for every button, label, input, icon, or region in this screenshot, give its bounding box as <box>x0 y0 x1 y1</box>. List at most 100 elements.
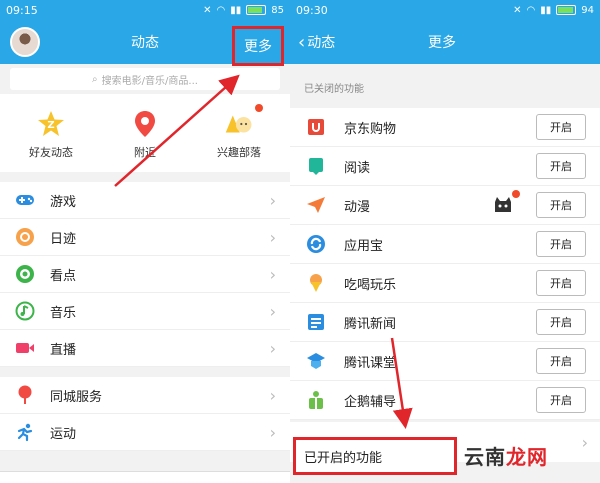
wifi-icon: ◠ <box>216 4 226 16</box>
video-icon <box>14 337 36 359</box>
menu-label: 直播 <box>50 342 77 358</box>
feature-row: 吃喝玩乐 开启 <box>290 264 600 303</box>
news-icon <box>306 312 326 332</box>
enable-button[interactable]: 开启 <box>536 153 586 179</box>
quick-nearby[interactable]: 附近 <box>131 110 159 160</box>
menu-group-1: 游戏 › 日迹 › 看点 › 音乐 › 直播 › <box>0 182 290 367</box>
menu-item-riji[interactable]: 日迹 › <box>0 219 290 256</box>
menu-item-live[interactable]: 直播 › <box>0 330 290 367</box>
menu-item-game[interactable]: 游戏 › <box>0 182 290 219</box>
chevron-right-icon: › <box>269 227 276 247</box>
header-bar: ‹ 动态 更多 <box>290 20 600 64</box>
star-badge-icon: Z <box>37 110 65 138</box>
feature-row: 腾讯新闻 开启 <box>290 303 600 342</box>
feature-label: 企鹅辅导 <box>344 394 397 410</box>
menu-group-2: 同城服务 › 运动 › <box>0 377 290 451</box>
pin-icon <box>14 384 36 406</box>
book-icon <box>306 156 326 176</box>
status-time: 09:15 <box>6 3 38 17</box>
menu-item-sport[interactable]: 运动 › <box>0 414 290 451</box>
chevron-right-icon: › <box>269 338 276 358</box>
enable-button[interactable]: 开启 <box>536 231 586 257</box>
signal-icon: ▮▮ <box>540 4 552 16</box>
chevron-right-icon: › <box>269 301 276 321</box>
watermark-part1: 云南 <box>464 445 506 469</box>
left-screen: 09:15 ✕ ◠ ▮▮ 85 动态 更多 ⌕ 搜索电影/音乐/商品... Z … <box>0 0 290 483</box>
watermark: 云南龙网 <box>464 441 548 470</box>
quick-friend-feed[interactable]: Z 好友动态 <box>29 110 73 160</box>
eye-icon <box>14 263 36 285</box>
quick-label: 兴趣部落 <box>217 146 261 159</box>
menu-item-music[interactable]: 音乐 › <box>0 293 290 330</box>
page-title: 更多 <box>428 35 456 51</box>
quick-label: 好友动态 <box>29 146 73 159</box>
gamepad-icon <box>14 189 36 211</box>
enable-button[interactable]: 开启 <box>536 309 586 335</box>
battery-icon <box>556 5 577 15</box>
enable-button[interactable]: 开启 <box>536 114 586 140</box>
section-header-closed: 已关闭的功能 <box>304 84 364 95</box>
tribe-icon <box>225 110 253 138</box>
camera-ring-icon <box>14 226 36 248</box>
bottom-tab-bar <box>0 471 290 483</box>
music-icon <box>14 300 36 322</box>
ice-cream-icon <box>306 273 326 293</box>
classroom-icon <box>306 351 326 371</box>
quick-label: 附近 <box>134 146 156 159</box>
wifi-icon: ◠ <box>526 4 536 16</box>
feature-label: 阅读 <box>344 160 371 176</box>
closed-feature-list: 京东购物 开启 阅读 开启 动漫 开启 应用宝 开启 吃喝玩乐 开启 腾讯新闻 … <box>290 108 600 420</box>
back-label: 动态 <box>307 35 336 51</box>
enabled-features-label[interactable]: 已开启的功能 <box>293 437 457 475</box>
menu-label: 运动 <box>50 426 77 442</box>
mute-icon: ✕ <box>513 4 522 16</box>
feature-row: 腾讯课堂 开启 <box>290 342 600 381</box>
feature-label: 京东购物 <box>344 121 397 137</box>
status-time: 09:30 <box>296 3 328 17</box>
feature-label: 吃喝玩乐 <box>344 277 397 293</box>
chevron-right-icon: › <box>269 385 276 405</box>
battery-level: 85 <box>271 4 284 16</box>
tutor-icon <box>306 390 326 410</box>
enable-button[interactable]: 开启 <box>536 387 586 413</box>
back-button[interactable]: ‹ 动态 <box>298 32 335 53</box>
notification-dot <box>512 190 520 198</box>
search-input[interactable]: ⌕ 搜索电影/音乐/商品... <box>10 68 280 90</box>
avatar[interactable] <box>10 27 40 57</box>
menu-item-kandian[interactable]: 看点 › <box>0 256 290 293</box>
menu-label: 日迹 <box>50 231 77 247</box>
signal-icon: ▮▮ <box>230 4 242 16</box>
watermark-part2: 龙网 <box>506 445 548 469</box>
app-store-icon <box>306 234 326 254</box>
cat-mascot-icon <box>492 190 520 214</box>
feature-label: 动漫 <box>344 199 371 215</box>
chevron-right-icon: › <box>269 190 276 210</box>
feature-row: 企鹅辅导 开启 <box>290 381 600 420</box>
enable-button[interactable]: 开启 <box>536 348 586 374</box>
feature-label: 应用宝 <box>344 238 384 254</box>
chevron-right-icon: › <box>269 264 276 284</box>
status-bar: 09:15 ✕ ◠ ▮▮ 85 <box>0 0 290 20</box>
jd-icon <box>306 117 326 137</box>
battery-level: 94 <box>581 4 594 16</box>
feature-label: 腾讯课堂 <box>344 355 397 371</box>
battery-icon <box>246 5 267 15</box>
enable-button[interactable]: 开启 <box>536 270 586 296</box>
right-screen: 09:30 ✕ ◠ ▮▮ 94 ‹ 动态 更多 已关闭的功能 京东购物 开启 阅… <box>290 0 600 483</box>
svg-text:Z: Z <box>47 120 54 131</box>
feature-row: 动漫 开启 <box>290 186 600 225</box>
quick-tribe[interactable]: 兴趣部落 <box>217 104 263 160</box>
menu-label: 音乐 <box>50 305 77 321</box>
status-bar: 09:30 ✕ ◠ ▮▮ 94 <box>290 0 600 20</box>
menu-item-city-service[interactable]: 同城服务 › <box>0 377 290 414</box>
more-button[interactable]: 更多 <box>232 26 284 66</box>
chevron-left-icon: ‹ <box>298 31 306 53</box>
feature-row: 京东购物 开启 <box>290 108 600 147</box>
runner-icon <box>14 421 36 443</box>
chevron-right-icon: › <box>269 422 276 442</box>
menu-label: 同城服务 <box>50 389 103 405</box>
feature-row: 阅读 开启 <box>290 147 600 186</box>
search-placeholder: 搜索电影/音乐/商品... <box>101 75 198 87</box>
enable-button[interactable]: 开启 <box>536 192 586 218</box>
mute-icon: ✕ <box>203 4 212 16</box>
